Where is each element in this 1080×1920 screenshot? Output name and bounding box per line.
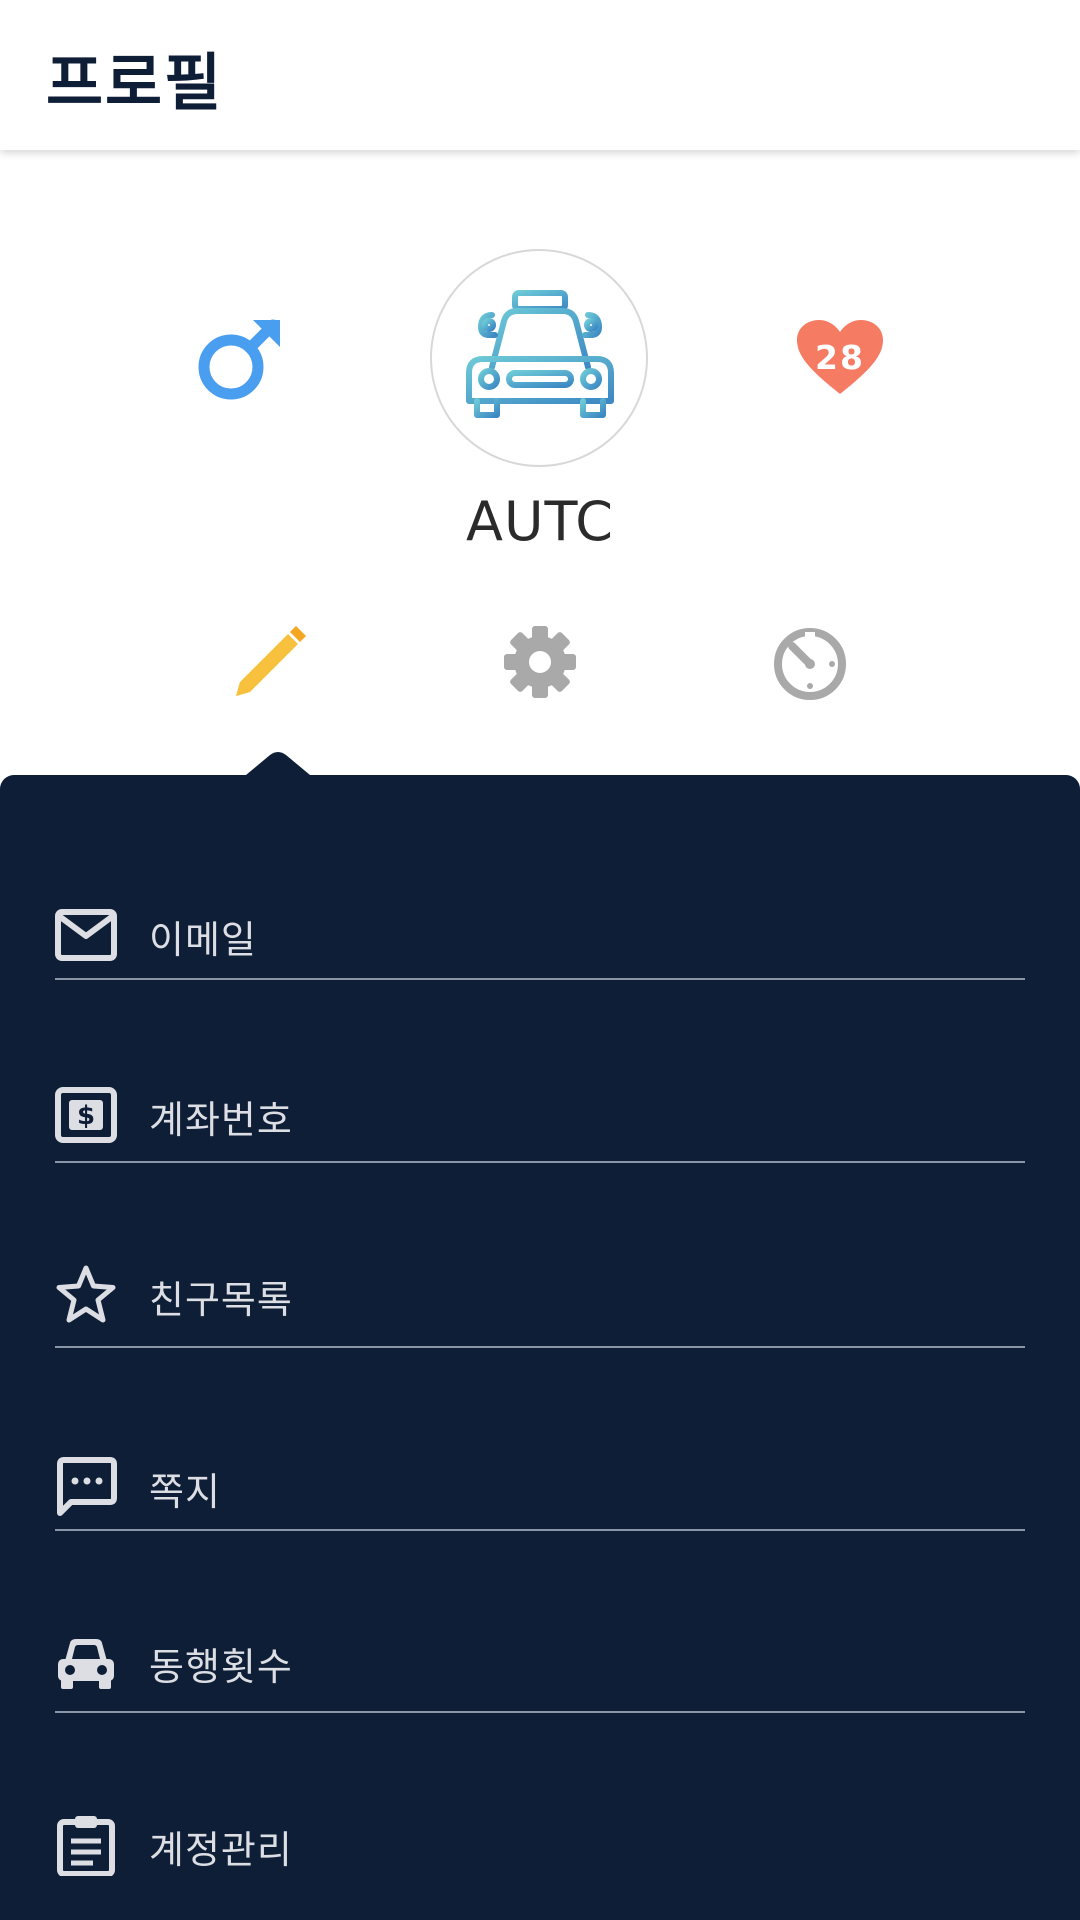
message-icon bbox=[57, 1457, 117, 1516]
dollar-card-icon: $ bbox=[55, 1087, 117, 1143]
app-bar: 프로필 bbox=[0, 0, 1080, 150]
menu-item-label: 계정관리 bbox=[149, 1828, 293, 1872]
edit-profile-button[interactable] bbox=[228, 620, 312, 704]
divider bbox=[55, 1346, 1025, 1348]
settings-button[interactable] bbox=[498, 620, 582, 704]
divider bbox=[55, 1529, 1025, 1531]
star-icon bbox=[56, 1265, 116, 1323]
pencil-icon bbox=[236, 626, 306, 696]
menu-item-label: 동행횟수 bbox=[149, 1645, 293, 1689]
car-icon bbox=[58, 1639, 114, 1689]
menu-pointer bbox=[240, 752, 316, 780]
male-gender-icon bbox=[195, 315, 285, 405]
menu-item-account-management[interactable]: 계정관리 bbox=[55, 1795, 1025, 1895]
menu-item-email[interactable]: 이메일 bbox=[55, 885, 1025, 985]
username: AUTC bbox=[466, 490, 614, 553]
menu-item-account-number[interactable]: $ 계좌번호 bbox=[55, 1065, 1025, 1165]
heart-count: 28 bbox=[815, 338, 865, 377]
gear-icon bbox=[504, 626, 576, 698]
menu-item-label: 친구목록 bbox=[149, 1278, 293, 1322]
divider bbox=[55, 978, 1025, 980]
avatar[interactable] bbox=[430, 249, 648, 467]
menu-item-label: 계좌번호 bbox=[149, 1098, 293, 1142]
clipboard-icon bbox=[57, 1816, 115, 1876]
heart-count-badge: 28 bbox=[795, 318, 885, 398]
menu-item-label: 이메일 bbox=[149, 918, 257, 962]
menu-item-messages[interactable]: 쪽지 bbox=[55, 1437, 1025, 1537]
menu-item-label: 쪽지 bbox=[149, 1470, 221, 1514]
menu-item-ride-count[interactable]: 동행횟수 bbox=[55, 1612, 1025, 1712]
menu-item-friends[interactable]: 친구목록 bbox=[55, 1245, 1025, 1345]
page-title: 프로필 bbox=[46, 46, 224, 119]
taxi-icon bbox=[466, 290, 614, 418]
menu-panel: 이메일 $ 계좌번호 친구목록 쪽지 동행횟수 계정관리 bbox=[0, 775, 1080, 1920]
timer-icon bbox=[774, 628, 846, 700]
divider bbox=[55, 1161, 1025, 1163]
mail-icon bbox=[55, 909, 117, 961]
svg-text:$: $ bbox=[77, 1101, 95, 1131]
timer-button[interactable] bbox=[768, 620, 852, 704]
divider bbox=[55, 1711, 1025, 1713]
